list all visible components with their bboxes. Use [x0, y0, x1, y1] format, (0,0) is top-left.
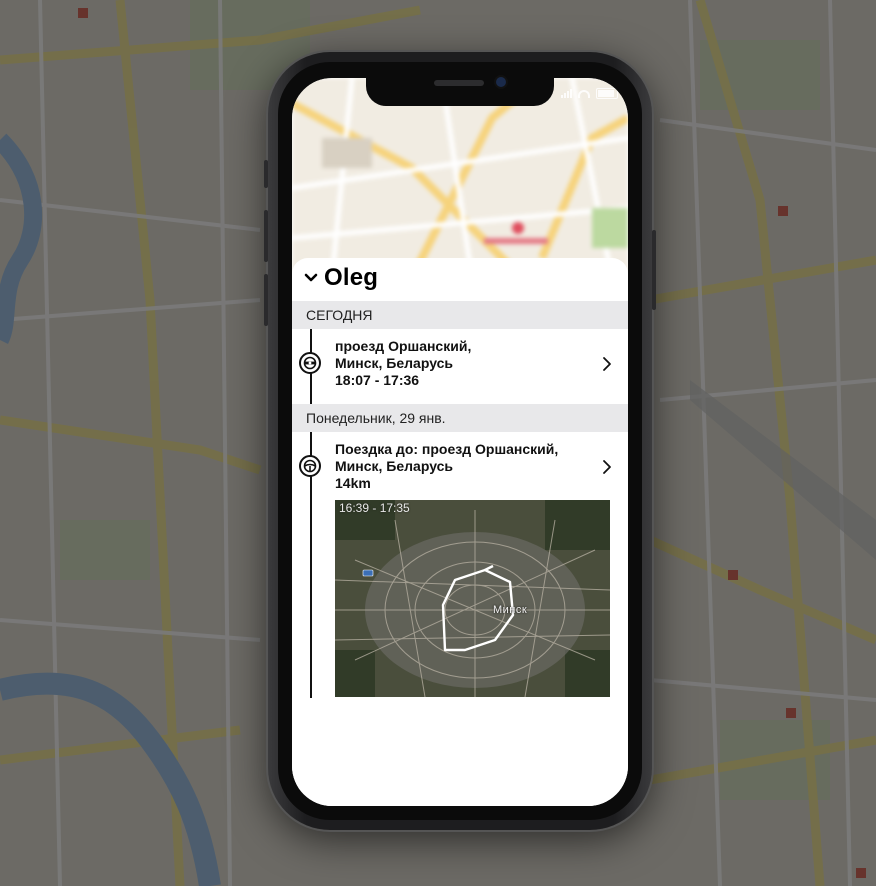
- chevron-down-icon[interactable]: [304, 271, 318, 285]
- trip-item-monday[interactable]: Поездка до: проезд Оршанский, Минск, Бел…: [335, 441, 605, 492]
- wifi-icon: [578, 89, 590, 98]
- steering-wheel-icon: [299, 352, 321, 374]
- trip-destination: Поездка до: проезд Оршанский,: [335, 441, 559, 457]
- section-header-today: СЕГОДНЯ: [292, 301, 628, 329]
- trips-sheet: Oleg СЕГОДНЯ проезд Оршанский, Минск, Бе…: [292, 258, 628, 806]
- map-city-label: Минск: [493, 604, 528, 616]
- map-time-range: 16:39 - 17:35: [339, 501, 410, 515]
- trip-address-line1: проезд Оршанский,: [335, 338, 472, 354]
- signal-icon: [561, 89, 572, 98]
- chevron-right-icon[interactable]: [602, 459, 612, 475]
- trip-time: 18:07 - 17:36: [335, 372, 420, 388]
- steering-wheel-icon: [299, 455, 321, 477]
- volume-up-button: [264, 210, 268, 262]
- speaker: [434, 80, 484, 86]
- trip-item-today[interactable]: проезд Оршанский, Минск, Беларусь 18:07 …: [335, 338, 585, 389]
- section-header-monday: Понедельник, 29 янв.: [292, 404, 628, 432]
- volume-down-button: [264, 274, 268, 326]
- trip-distance: 14km: [335, 475, 371, 491]
- front-camera: [496, 77, 506, 87]
- phone-screen: Oleg СЕГОДНЯ проезд Оршанский, Минск, Бе…: [292, 78, 628, 806]
- side-button: [264, 160, 268, 188]
- route-map[interactable]: 16:39 - 17:35 Минск: [335, 500, 610, 697]
- battery-icon: [596, 88, 618, 99]
- page-title: Oleg: [324, 264, 379, 291]
- sheet-header[interactable]: Oleg: [304, 264, 378, 292]
- header-map[interactable]: [292, 78, 628, 278]
- trip-address-line2: Минск, Беларусь: [335, 355, 454, 371]
- satellite-map: [335, 500, 610, 697]
- trip-address-line2: Минск, Беларусь: [335, 458, 454, 474]
- power-button: [652, 230, 656, 310]
- chevron-right-icon[interactable]: [602, 356, 612, 372]
- status-bar: [561, 88, 618, 99]
